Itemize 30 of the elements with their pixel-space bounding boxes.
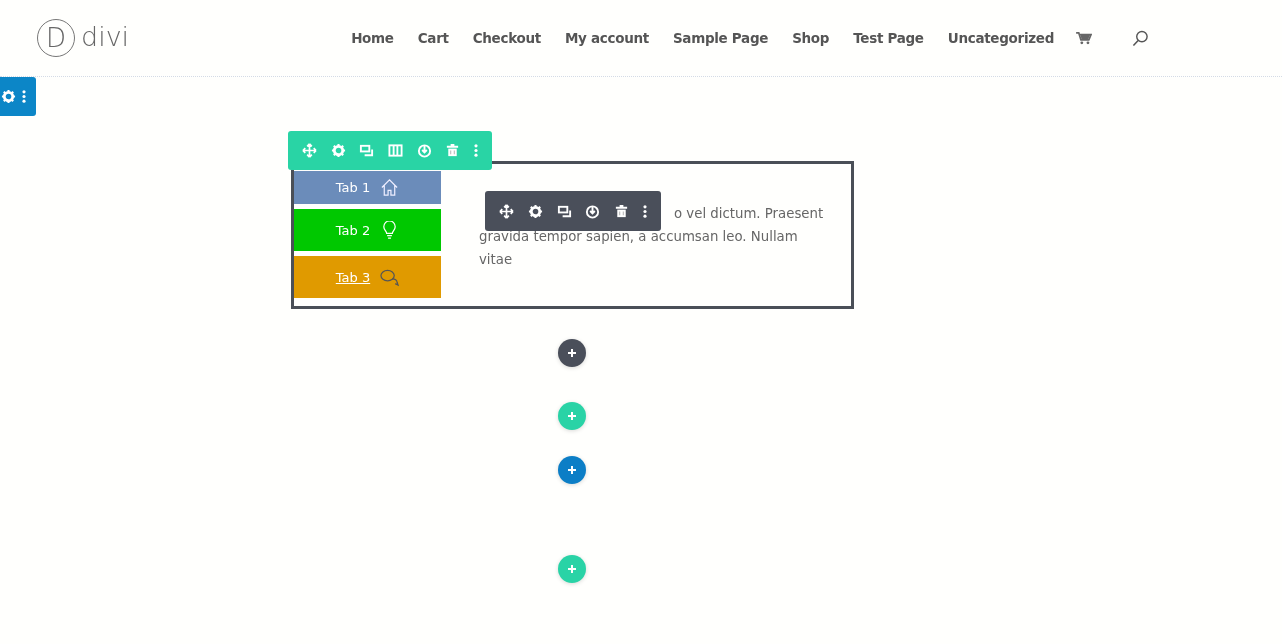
plus-icon bbox=[567, 564, 577, 574]
move-icon[interactable] bbox=[499, 203, 514, 219]
delete-icon[interactable] bbox=[614, 203, 630, 219]
nav-link[interactable]: My account bbox=[564, 30, 649, 46]
settings-icon[interactable] bbox=[527, 203, 543, 219]
cart-icon[interactable] bbox=[1076, 31, 1093, 45]
chat-bubbles-icon bbox=[380, 267, 400, 287]
search-icon[interactable] bbox=[1132, 29, 1150, 47]
duplicate-icon[interactable] bbox=[556, 203, 572, 219]
add-button[interactable] bbox=[558, 339, 586, 367]
settings-icon[interactable] bbox=[1, 89, 16, 104]
download-icon[interactable] bbox=[585, 203, 601, 219]
nav-link[interactable]: Home bbox=[351, 30, 394, 46]
home-icon bbox=[380, 178, 400, 197]
nav-link[interactable]: Shop bbox=[792, 30, 830, 46]
more-icon[interactable] bbox=[22, 89, 26, 104]
logo-text[interactable]: divi bbox=[81, 20, 130, 52]
add-button[interactable] bbox=[558, 456, 586, 484]
nav-link[interactable]: Cart bbox=[417, 30, 449, 46]
more-icon[interactable] bbox=[643, 203, 647, 219]
nav-link[interactable]: Uncategorized bbox=[947, 30, 1055, 46]
nav-link[interactable]: Checkout bbox=[472, 30, 541, 46]
nav-link[interactable]: Sample Page bbox=[672, 30, 769, 46]
plus-icon bbox=[567, 348, 577, 358]
body-text: gravida tempor sapien, a accumsan leo. Nullam bbox=[479, 228, 799, 246]
nav-link[interactable]: Test Page bbox=[853, 30, 924, 46]
plus-icon bbox=[567, 411, 577, 421]
plus-icon bbox=[567, 465, 577, 475]
body-text: vitae bbox=[479, 251, 514, 269]
body-text: o vel dictum. Praesent bbox=[674, 206, 824, 221]
